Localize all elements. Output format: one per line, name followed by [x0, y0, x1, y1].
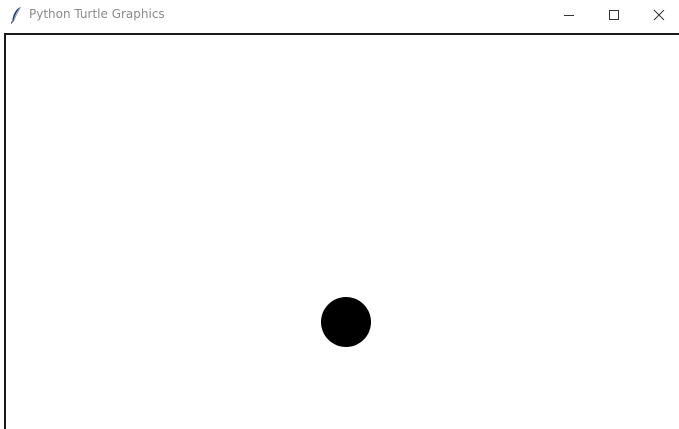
- window-title: Python Turtle Graphics: [29, 7, 165, 21]
- minimize-button[interactable]: [546, 0, 592, 29]
- title-bar[interactable]: Python Turtle Graphics: [0, 0, 679, 31]
- maximize-button[interactable]: [591, 0, 637, 29]
- maximize-icon: [608, 9, 620, 21]
- close-button[interactable]: [636, 0, 679, 29]
- turtle-canvas[interactable]: [4, 33, 679, 429]
- close-icon: [653, 9, 665, 21]
- turtle-dot: [321, 297, 371, 347]
- minimize-icon: [563, 9, 575, 21]
- turtle-window: Python Turtle Graphics: [0, 0, 679, 429]
- feather-icon: [10, 6, 22, 24]
